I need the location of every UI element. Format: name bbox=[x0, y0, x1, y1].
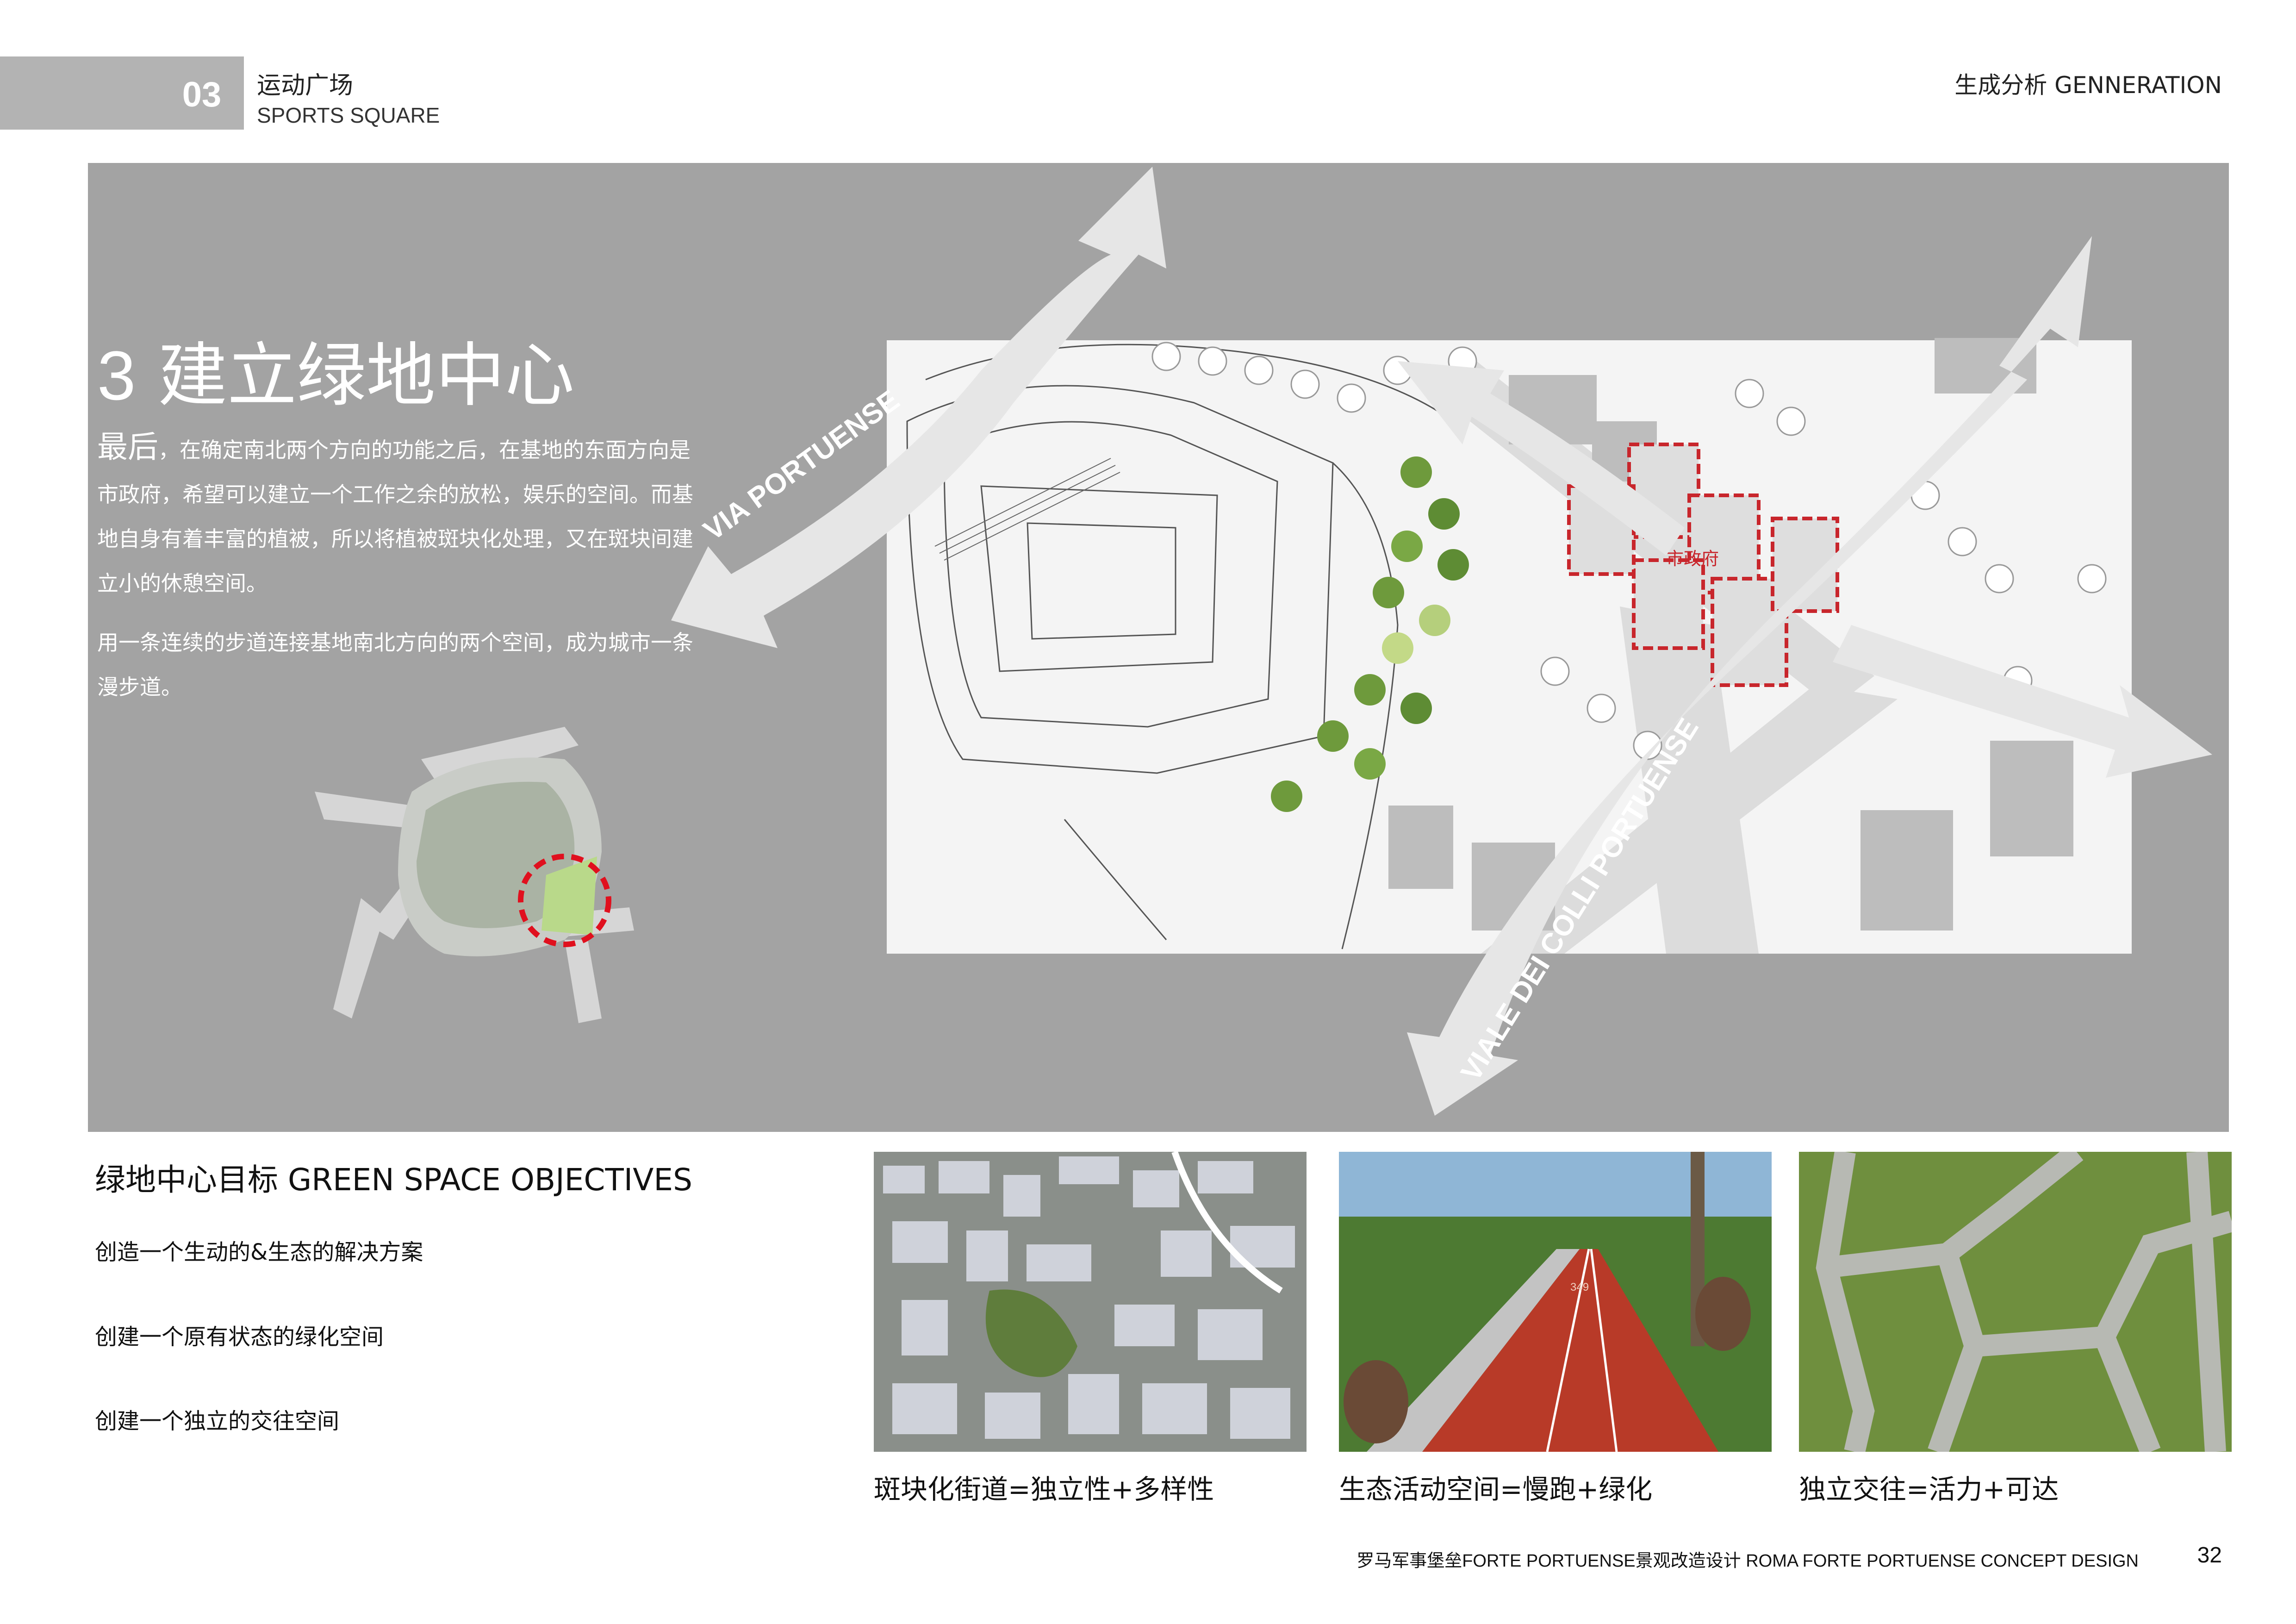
paragraph-1-body: ，在确定南北两个方向的功能之后，在基地的东面方向是市政府，希望可以建立一个工作之… bbox=[97, 437, 693, 596]
section-title-cn: 运动广场 bbox=[257, 72, 354, 100]
header-right-label: 生成分析 GENNERATION bbox=[1954, 72, 2222, 99]
step-number: 3 bbox=[97, 337, 136, 414]
photo-jogging-track: 349 bbox=[1339, 1152, 1772, 1452]
step-title: 3 建立绿地中心 bbox=[97, 319, 574, 420]
track-sign-number: 349 bbox=[1570, 1281, 1589, 1293]
locator-map bbox=[315, 727, 634, 1023]
page-number: 32 bbox=[2197, 1543, 2222, 1568]
section-number: 03 bbox=[182, 75, 222, 114]
section-title-en: SPORTS SQUARE bbox=[257, 103, 440, 127]
photo-caption: 斑块化街道=独立性+多样性 bbox=[874, 1474, 1214, 1505]
step-title-text: 建立绿地中心 bbox=[158, 336, 575, 416]
objective-item: 创建一个原有状态的绿化空间 bbox=[95, 1324, 384, 1350]
photo-patch-streets bbox=[874, 1152, 1307, 1452]
footer-project-title: 罗马军事堡垒FORTE PORTUENSE景观改造设计 ROMA FORTE P… bbox=[1356, 1551, 2139, 1571]
objective-item: 创造一个生动的&生态的解决方案 bbox=[95, 1239, 423, 1265]
objective-item: 创建一个独立的交往空间 bbox=[95, 1408, 340, 1434]
paragraph-2: 用一条连续的步道连接基地南北方向的两个空间，成为城市一条漫步道。 bbox=[97, 630, 693, 700]
track-image: 349 bbox=[1339, 1152, 1772, 1452]
aerial-city-image bbox=[874, 1152, 1307, 1452]
paragraph-1-lead: 最后 bbox=[97, 429, 158, 465]
site-plan-diagram: 市政府 VIA PORTUENSE VIALE DEI COLLI PORTUE… bbox=[671, 167, 2212, 1116]
photo-caption: 独立交往=活力+可达 bbox=[1799, 1474, 2059, 1505]
photo-caption: 生态活动空间=慢跑+绿化 bbox=[1339, 1474, 1653, 1505]
paragraph-1: 最后，在确定南北两个方向的功能之后，在基地的东面方向是市政府，希望可以建立一个工… bbox=[97, 425, 699, 606]
photo-green-patches bbox=[1799, 1152, 2232, 1452]
green-patch-image bbox=[1799, 1152, 2232, 1452]
city-hall-label: 市政府 bbox=[1666, 549, 1719, 569]
objectives-title: 绿地中心目标 GREEN SPACE OBJECTIVES bbox=[95, 1162, 692, 1198]
